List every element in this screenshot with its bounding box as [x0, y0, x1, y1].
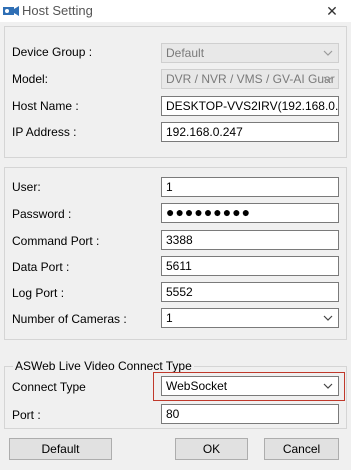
close-icon[interactable]: ✕	[323, 2, 341, 20]
command-port-value: 3388	[166, 233, 193, 247]
device-group-select[interactable]: Default	[161, 43, 339, 63]
connect-type-label: Connect Type	[12, 380, 86, 394]
number-of-cameras-label: Number of Cameras :	[12, 312, 127, 326]
password-input[interactable]: ●●●●●●●●●	[161, 203, 339, 223]
model-label: Model:	[12, 72, 49, 86]
ip-address-label: IP Address :	[12, 125, 77, 139]
chevron-down-icon	[321, 310, 335, 326]
host-name-value: DESKTOP-VVS2IRV(192.168.0.247)	[166, 99, 339, 113]
log-port-value: 5552	[166, 285, 193, 299]
chevron-down-icon	[321, 378, 335, 394]
password-value: ●●●●●●●●●	[166, 204, 252, 220]
command-port-input[interactable]: 3388	[161, 230, 339, 250]
data-port-input[interactable]: 5611	[161, 256, 339, 276]
connect-type-select[interactable]: WebSocket	[161, 376, 339, 396]
default-button[interactable]: Default	[9, 438, 112, 460]
user-input[interactable]: 1	[161, 177, 339, 197]
log-port-input[interactable]: 5552	[161, 282, 339, 302]
ip-address-value: 192.168.0.247	[166, 125, 243, 139]
model-value: DVR / NVR / VMS / GV-AI Guar	[166, 72, 335, 86]
title-bar: Host Setting ✕	[0, 0, 351, 22]
data-port-label: Data Port :	[12, 260, 70, 274]
device-group-value: Default	[166, 46, 205, 60]
command-port-label: Command Port :	[12, 234, 100, 248]
connect-type-value: WebSocket	[166, 379, 228, 393]
host-name-input[interactable]: DESKTOP-VVS2IRV(192.168.0.247)	[161, 96, 339, 116]
user-value: 1	[166, 180, 173, 194]
number-of-cameras-value: 1	[166, 311, 173, 325]
window-title: Host Setting	[22, 3, 93, 18]
ip-address-input[interactable]: 192.168.0.247	[161, 122, 339, 142]
log-port-label: Log Port :	[12, 286, 65, 300]
chevron-down-icon	[321, 71, 335, 87]
host-name-label: Host Name :	[12, 99, 79, 113]
ok-button[interactable]: OK	[175, 438, 248, 460]
port-value: 80	[166, 407, 180, 421]
app-icon	[2, 4, 20, 18]
asweb-group-caption: ASWeb Live Video Connect Type	[13, 359, 194, 373]
port-input[interactable]: 80	[161, 404, 339, 424]
chevron-down-icon	[321, 45, 335, 61]
password-label: Password :	[12, 207, 72, 221]
user-label: User:	[12, 180, 41, 194]
device-group-label: Device Group :	[12, 45, 93, 59]
cancel-button[interactable]: Cancel	[264, 438, 339, 460]
port-label: Port :	[12, 408, 41, 422]
model-select[interactable]: DVR / NVR / VMS / GV-AI Guar	[161, 69, 339, 89]
data-port-value: 5611	[166, 259, 192, 273]
number-of-cameras-select[interactable]: 1	[161, 308, 339, 328]
